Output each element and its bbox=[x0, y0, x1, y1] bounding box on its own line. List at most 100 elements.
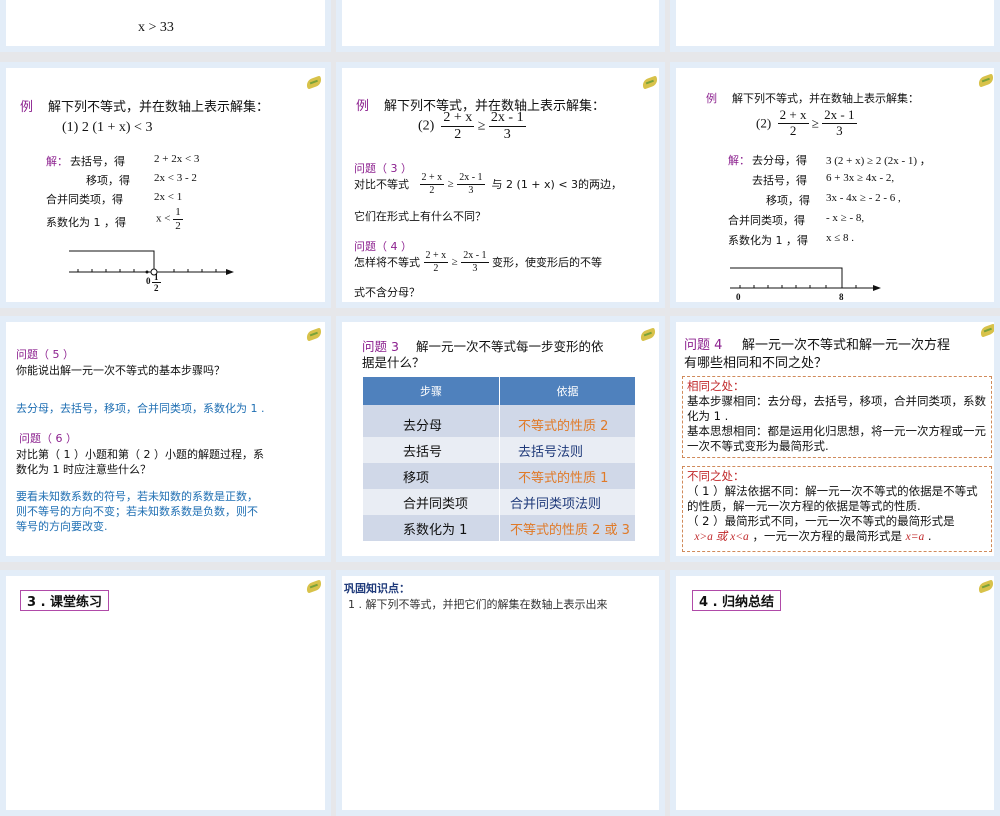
denominator: 3 bbox=[468, 184, 474, 196]
axis-label-zero: 0 bbox=[736, 292, 741, 302]
answer-text: 则不等号的方向不变；若未知数系数是负数，则不 bbox=[16, 505, 258, 518]
text: 与 2 (1 + x) < 3的两边， bbox=[491, 178, 623, 191]
answer-text: 要看未知数系数的符号，若未知数的系数是正数， bbox=[16, 490, 258, 503]
question-text: 对比第（ 1 ）小题和第（ 2 ）小题的解题过程，系 bbox=[16, 448, 264, 461]
differences-box: 不同之处： （ 1 ）解法依据不同：解一元一次不等式的依据是不等式的性质，解一元… bbox=[682, 466, 992, 552]
box-title: 不同之处： bbox=[687, 469, 745, 483]
text: . bbox=[924, 529, 932, 543]
slide-title: 解下列不等式，并在数轴上表示解集： bbox=[48, 100, 270, 115]
slide-title: 解一元一次不等式每一步变形的依 bbox=[416, 339, 604, 354]
basis-cell: 不等式的性质 1 bbox=[518, 470, 609, 486]
slide-title: 解一元一次不等式和解一元一次方程 bbox=[742, 338, 951, 353]
slide-thumbnail-questions-5-6[interactable]: 问题（ 5 ） 你能说出解一元一次不等式的基本步骤吗？ 去分母，去括号，移项，合… bbox=[0, 316, 331, 562]
slide-thumbnail[interactable] bbox=[336, 0, 665, 52]
step-cell: 移项 bbox=[363, 463, 500, 489]
step-expr: 3 (2 + x) ≥ 2 (2x - 1) ， bbox=[826, 155, 931, 167]
denominator: 2 bbox=[175, 219, 181, 232]
step-expr: x ≤ 8 . bbox=[826, 232, 855, 244]
basis-cell: 合并同类项法则 bbox=[510, 496, 602, 512]
pencil-icon bbox=[304, 327, 324, 342]
slide-title: 巩固知识点： bbox=[344, 582, 410, 595]
step-label: 去括号，得 bbox=[752, 174, 807, 187]
question-text: 你能说出解一元一次不等式的基本步骤吗？ bbox=[16, 364, 225, 377]
denominator: 2 bbox=[433, 262, 439, 274]
slide-thumbnail[interactable]: x > 33 bbox=[0, 0, 331, 52]
numerator: 1 bbox=[152, 272, 161, 284]
slide-thumbnail-example-2-solution[interactable]: 例 解下列不等式，并在数轴上表示解集： (2) 2 + x2 ≥ 2x - 13… bbox=[670, 62, 1000, 308]
denominator: 3 bbox=[836, 122, 843, 138]
pencil-icon bbox=[304, 75, 324, 90]
slide-title: 据是什么？ bbox=[362, 355, 425, 370]
step-label: 系数化为 1 ，得 bbox=[46, 216, 126, 229]
text: 变形，使变形后的不等 bbox=[492, 256, 603, 269]
answer-text: 去分母，去括号，移项，合并同类项，系数化为 1 . bbox=[16, 402, 265, 415]
basis-cell: 不等式的性质 2 或 3 bbox=[510, 522, 630, 538]
step-label: 系数化为 1 ，得 bbox=[728, 234, 808, 247]
step-expr: 6 + 3x ≥ 4x - 2, bbox=[826, 172, 895, 184]
header-cell: 步骤 bbox=[363, 377, 500, 405]
slide-title: 解下列不等式，并在数轴上表示解集： bbox=[732, 92, 919, 105]
step-cell: 去括号 bbox=[363, 437, 500, 463]
solve-label: 解： bbox=[46, 155, 68, 168]
question-text: 怎样将不等式 2 + x2 ≥ 2x - 13 变形，使变形后的不等 bbox=[354, 250, 602, 274]
question-text: 它们在形式上有什么不同？ bbox=[354, 210, 486, 223]
step-expr: x < bbox=[156, 212, 171, 225]
relation: ≥ bbox=[811, 115, 819, 131]
steps-table: 步骤 依据 去分母 不等式的性质 2 去括号 去括号法则 移项 不等式的性质 1 合并… bbox=[363, 377, 635, 541]
slide-thumbnail-example-1[interactable]: 例 解下列不等式，并在数轴上表示解集： (1) 2 (1 + x) < 3 解：… bbox=[0, 62, 331, 308]
axis-label-half: 12 bbox=[152, 272, 161, 294]
formula: x>a 或 x<a bbox=[694, 531, 749, 543]
step-expr: 2 + 2x < 3 bbox=[154, 153, 200, 165]
table-header: 步骤 依据 bbox=[363, 377, 635, 405]
denominator: 3 bbox=[503, 127, 511, 143]
relation: ≥ bbox=[451, 256, 458, 268]
problem: (1) 2 (1 + x) < 3 bbox=[62, 120, 153, 135]
example-tag: 例 bbox=[706, 92, 717, 105]
formula: x=a bbox=[905, 531, 925, 543]
step-expr: 2x < 3 - 2 bbox=[154, 172, 197, 184]
step-cell: 系数化为 1 bbox=[363, 515, 500, 541]
pencil-icon bbox=[304, 579, 324, 594]
step-label: 去括号，得 bbox=[70, 155, 125, 168]
pencil-icon bbox=[640, 75, 659, 90]
similarities-box: 相同之处： 基本步骤相同：去分母，去括号，移项，合并同类项，系数化为 1 . 基… bbox=[682, 376, 992, 458]
text: ，一元一次方程的最简形式是 bbox=[748, 529, 906, 543]
slide-thumbnail-question-4[interactable]: 问题 4 解一元一次不等式和解一元一次方程 有哪些相同和不同之处？ 相同之处： … bbox=[670, 316, 1000, 562]
slide-thumbnail-practice[interactable]: 3 . 课堂练习 bbox=[0, 570, 331, 816]
result-text: x > 33 bbox=[138, 20, 174, 35]
numerator: 2x - 1 bbox=[488, 110, 526, 128]
denominator: 2 bbox=[154, 283, 159, 294]
slide-thumbnail-question-3-table[interactable]: 问题 3 解一元一次不等式每一步变形的依 据是什么？ 步骤 依据 去分母 不等式的… bbox=[336, 316, 665, 562]
problem: (2) 2 + x2 ≥ 2x - 13 bbox=[418, 110, 526, 143]
answer-text: 等号的方向要改变. bbox=[16, 520, 108, 533]
slide-thumbnail-example-2[interactable]: 例 解下列不等式，并在数轴上表示解集： (2) 2 + x2 ≥ 2x - 13… bbox=[336, 62, 665, 308]
denominator: 2 bbox=[454, 127, 462, 143]
section-tag: 4 . 归纳总结 bbox=[692, 590, 782, 611]
step-expr: - x ≥ - 8, bbox=[826, 212, 865, 224]
numerator: 2x - 1 bbox=[461, 250, 489, 263]
denominator: 2 bbox=[429, 184, 435, 196]
slide-text: 1 . 解下列不等式，并把它们的解集在数轴上表示出来 bbox=[348, 598, 608, 611]
box-text: （ 1 ）解法依据不同：解一元一次不等式的依据是不等式的性质，解一元一次方程的依… bbox=[687, 484, 978, 513]
numerator: 2 + x bbox=[777, 107, 809, 124]
step-cell: 合并同类项 bbox=[363, 489, 500, 515]
header-cell: 依据 bbox=[556, 385, 579, 398]
slide-thumbnail-summary[interactable]: 4 . 归纳总结 bbox=[670, 570, 1000, 816]
slide-thumbnail[interactable] bbox=[670, 0, 1000, 52]
box-text: 基本思想相同：都是运用化归思想，将一元一次方程或一元一次不等式变形为最简形式. bbox=[687, 424, 986, 453]
question-title: 问题（ 6 ） bbox=[19, 432, 77, 445]
problem-label: (2) bbox=[756, 115, 772, 131]
step-cell: 去分母 bbox=[363, 405, 500, 437]
step-label: 合并同类项，得 bbox=[46, 193, 123, 206]
pencil-icon bbox=[976, 579, 994, 594]
question-text: 数化为 1 时应注意些什么？ bbox=[16, 463, 151, 476]
step-expr: 3x - 4x ≥ - 2 - 6 , bbox=[826, 192, 901, 204]
step-label: 移项，得 bbox=[766, 194, 810, 207]
table-row: 合并同类项 合并同类项法则 bbox=[363, 489, 635, 515]
numerator: 2x - 1 bbox=[457, 172, 485, 185]
table-row: 系数化为 1 不等式的性质 2 或 3 bbox=[363, 515, 635, 541]
slide-thumbnail-review[interactable]: 巩固知识点： 1 . 解下列不等式，并把它们的解集在数轴上表示出来 bbox=[336, 570, 665, 816]
slide-title: 有哪些相同和不同之处？ bbox=[684, 356, 828, 371]
text: 怎样将不等式 bbox=[354, 256, 420, 269]
step-expr: 2x < 1 bbox=[154, 191, 183, 203]
